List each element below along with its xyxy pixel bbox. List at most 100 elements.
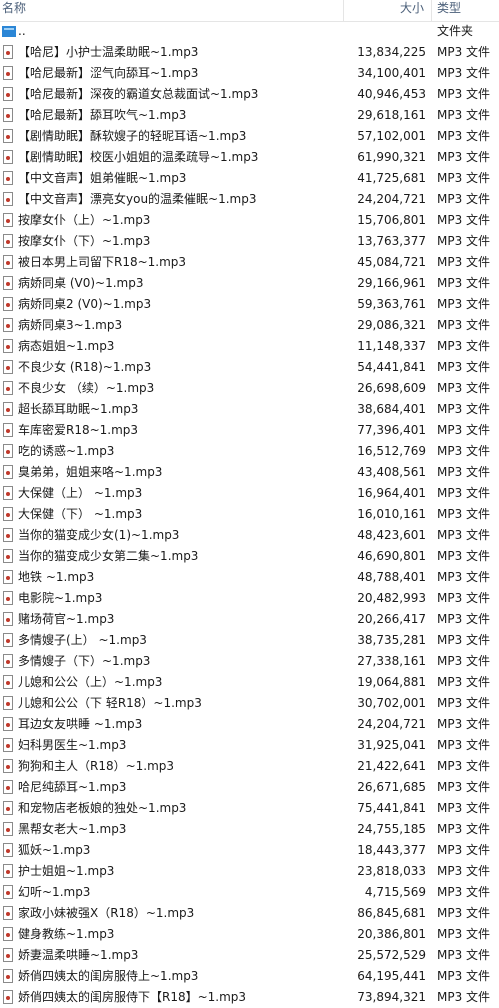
- file-row[interactable]: 【剧情助眠】酥软嫂子的轻昵耳语~1.mp3 57,102,001 MP3 文件: [0, 126, 499, 147]
- file-row[interactable]: 狗狗和主人（R18）~1.mp3 21,422,641 MP3 文件: [0, 756, 499, 777]
- file-type: MP3 文件: [437, 927, 491, 941]
- mp3-file-icon: [3, 45, 13, 59]
- file-row[interactable]: 【中文音声】姐弟催眠~1.mp3 41,725,681 MP3 文件: [0, 168, 499, 189]
- file-type: MP3 文件: [437, 255, 491, 269]
- file-name-cell: 【剧情助眠】校医小姐姐的温柔疏导~1.mp3: [0, 147, 344, 168]
- file-row[interactable]: 多情嫂子(上） ~1.mp3 38,735,281 MP3 文件: [0, 630, 499, 651]
- file-name: 车库密爱R18~1.mp3: [18, 423, 139, 437]
- file-row[interactable]: 娇俏四姨太的闺房服侍上~1.mp3 64,195,441 MP3 文件: [0, 966, 499, 987]
- file-name-cell: 吃的诱惑~1.mp3: [0, 441, 344, 462]
- file-size: 59,363,761: [357, 297, 426, 311]
- mp3-file-icon: [3, 255, 13, 269]
- file-name: 【哈尼最新】舔耳吹气~1.mp3: [18, 108, 187, 122]
- file-row[interactable]: 【哈尼】小护士温柔助眠~1.mp3 13,834,225 MP3 文件: [0, 42, 499, 63]
- mp3-file-icon: [3, 402, 13, 416]
- column-header-type[interactable]: 类型: [432, 0, 499, 21]
- file-row[interactable]: 娇妻温柔哄睡~1.mp3 25,572,529 MP3 文件: [0, 945, 499, 966]
- mp3-file-icon: [3, 213, 13, 227]
- file-name: 病娇同桌3~1.mp3: [18, 318, 123, 332]
- mp3-file-icon: [3, 822, 13, 836]
- file-type: MP3 文件: [437, 465, 491, 479]
- file-row[interactable]: 大保健（上） ~1.mp3 16,964,401 MP3 文件: [0, 483, 499, 504]
- file-name-cell: 病态姐姐~1.mp3: [0, 336, 344, 357]
- file-row[interactable]: 当你的猫变成少女第二集~1.mp3 46,690,801 MP3 文件: [0, 546, 499, 567]
- mp3-file-icon: [3, 549, 13, 563]
- file-row[interactable]: 电影院~1.mp3 20,482,993 MP3 文件: [0, 588, 499, 609]
- file-row[interactable]: 健身教练~1.mp3 20,386,801 MP3 文件: [0, 924, 499, 945]
- file-type: MP3 文件: [437, 486, 491, 500]
- mp3-file-icon: [3, 150, 13, 164]
- file-name-cell: 病娇同桌 (V0)~1.mp3: [0, 273, 344, 294]
- file-name-cell: 被日本男上司留下R18~1.mp3: [0, 252, 344, 273]
- file-size: 24,755,185: [357, 822, 426, 836]
- file-size: 11,148,337: [357, 339, 426, 353]
- file-name-cell: 幻听~1.mp3: [0, 882, 344, 903]
- file-type: MP3 文件: [437, 822, 491, 836]
- file-name: 【中文音声】姐弟催眠~1.mp3: [18, 171, 187, 185]
- file-type: MP3 文件: [437, 87, 491, 101]
- file-row[interactable]: 耳边女友哄睡 ~1.mp3 24,204,721 MP3 文件: [0, 714, 499, 735]
- file-row[interactable]: 护士姐姐~1.mp3 23,818,033 MP3 文件: [0, 861, 499, 882]
- file-row[interactable]: 吃的诱惑~1.mp3 16,512,769 MP3 文件: [0, 441, 499, 462]
- file-name: 【哈尼】小护士温柔助眠~1.mp3: [18, 45, 199, 59]
- file-row[interactable]: 按摩女仆（下）~1.mp3 13,763,377 MP3 文件: [0, 231, 499, 252]
- file-name: 臭弟弟，姐姐来咯~1.mp3: [18, 465, 163, 479]
- file-row[interactable]: 大保健（下） ~1.mp3 16,010,161 MP3 文件: [0, 504, 499, 525]
- file-name-cell: 按摩女仆（下）~1.mp3: [0, 231, 344, 252]
- file-row[interactable]: 病态姐姐~1.mp3 11,148,337 MP3 文件: [0, 336, 499, 357]
- file-size: 48,423,601: [357, 528, 426, 542]
- file-type: MP3 文件: [437, 528, 491, 542]
- file-row[interactable]: 被日本男上司留下R18~1.mp3 45,084,721 MP3 文件: [0, 252, 499, 273]
- file-name-cell: 娇俏四姨太的闺房服侍上~1.mp3: [0, 966, 344, 987]
- file-row[interactable]: 当你的猫变成少女(1)~1.mp3 48,423,601 MP3 文件: [0, 525, 499, 546]
- file-row[interactable]: 【剧情助眠】校医小姐姐的温柔疏导~1.mp3 61,990,321 MP3 文件: [0, 147, 499, 168]
- file-name: 病态姐姐~1.mp3: [18, 339, 115, 353]
- file-name-cell: 按摩女仆（上）~1.mp3: [0, 210, 344, 231]
- file-row[interactable]: 妇科男医生~1.mp3 31,925,041 MP3 文件: [0, 735, 499, 756]
- file-row[interactable]: 病娇同桌 (V0)~1.mp3 29,166,961 MP3 文件: [0, 273, 499, 294]
- file-type: MP3 文件: [437, 906, 491, 920]
- file-size: 54,441,841: [357, 360, 426, 374]
- mp3-file-icon: [3, 591, 13, 605]
- mp3-file-icon: [3, 276, 13, 290]
- file-type: MP3 文件: [437, 570, 491, 584]
- folder-up-icon: [2, 26, 16, 37]
- file-row[interactable]: 【哈尼最新】涩气向舔耳~1.mp3 34,100,401 MP3 文件: [0, 63, 499, 84]
- file-size: 20,386,801: [357, 927, 426, 941]
- file-row[interactable]: 儿媳和公公（下 轻R18）~1.mp3 30,702,001 MP3 文件: [0, 693, 499, 714]
- file-row[interactable]: 多情嫂子（下）~1.mp3 27,338,161 MP3 文件: [0, 651, 499, 672]
- file-row[interactable]: 幻听~1.mp3 4,715,569 MP3 文件: [0, 882, 499, 903]
- column-header-size[interactable]: 大小: [344, 0, 432, 21]
- mp3-file-icon: [3, 507, 13, 521]
- file-row[interactable]: 赌场荷官~1.mp3 20,266,417 MP3 文件: [0, 609, 499, 630]
- file-row[interactable]: 家政小妹被强X（R18）~1.mp3 86,845,681 MP3 文件: [0, 903, 499, 924]
- file-size: 20,482,993: [357, 591, 426, 605]
- file-row[interactable]: 【哈尼最新】舔耳吹气~1.mp3 29,618,161 MP3 文件: [0, 105, 499, 126]
- file-row[interactable]: 不良少女 (R18)~1.mp3 54,441,841 MP3 文件: [0, 357, 499, 378]
- file-row[interactable]: 【哈尼最新】深夜的霸道女总裁面试~1.mp3 40,946,453 MP3 文件: [0, 84, 499, 105]
- file-size: 43,408,561: [357, 465, 426, 479]
- file-name-cell: 【中文音声】漂亮女you的温柔催眠~1.mp3: [0, 189, 344, 210]
- file-row[interactable]: 臭弟弟，姐姐来咯~1.mp3 43,408,561 MP3 文件: [0, 462, 499, 483]
- file-row[interactable]: 地铁 ~1.mp3 48,788,401 MP3 文件: [0, 567, 499, 588]
- file-row[interactable]: 黑帮女老大~1.mp3 24,755,185 MP3 文件: [0, 819, 499, 840]
- file-row[interactable]: 和宠物店老板娘的独处~1.mp3 75,441,841 MP3 文件: [0, 798, 499, 819]
- parent-folder-row[interactable]: .. 文件夹: [0, 21, 499, 42]
- file-name-cell: 【剧情助眠】酥软嫂子的轻昵耳语~1.mp3: [0, 126, 344, 147]
- file-row[interactable]: 狐妖~1.mp3 18,443,377 MP3 文件: [0, 840, 499, 861]
- file-size: 77,396,401: [357, 423, 426, 437]
- file-name: 赌场荷官~1.mp3: [18, 612, 115, 626]
- file-row[interactable]: 不良少女 （续）~1.mp3 26,698,609 MP3 文件: [0, 378, 499, 399]
- file-row[interactable]: 【中文音声】漂亮女you的温柔催眠~1.mp3 24,204,721 MP3 文件: [0, 189, 499, 210]
- file-row[interactable]: 超长舔耳助眠~1.mp3 38,684,401 MP3 文件: [0, 399, 499, 420]
- file-name-cell: 车库密爱R18~1.mp3: [0, 420, 344, 441]
- file-row[interactable]: 儿媳和公公（上）~1.mp3 19,064,881 MP3 文件: [0, 672, 499, 693]
- file-row[interactable]: 哈尼纯舔耳~1.mp3 26,671,685 MP3 文件: [0, 777, 499, 798]
- file-row[interactable]: 按摩女仆（上）~1.mp3 15,706,801 MP3 文件: [0, 210, 499, 231]
- mp3-file-icon: [3, 108, 13, 122]
- file-row[interactable]: 病娇同桌2 (V0)~1.mp3 59,363,761 MP3 文件: [0, 294, 499, 315]
- file-row[interactable]: 病娇同桌3~1.mp3 29,086,321 MP3 文件: [0, 315, 499, 336]
- mp3-file-icon: [3, 339, 13, 353]
- file-row[interactable]: 娇俏四姨太的闺房服侍下【R18】~1.mp3 73,894,321 MP3 文件: [0, 987, 499, 1008]
- file-row[interactable]: 车库密爱R18~1.mp3 77,396,401 MP3 文件: [0, 420, 499, 441]
